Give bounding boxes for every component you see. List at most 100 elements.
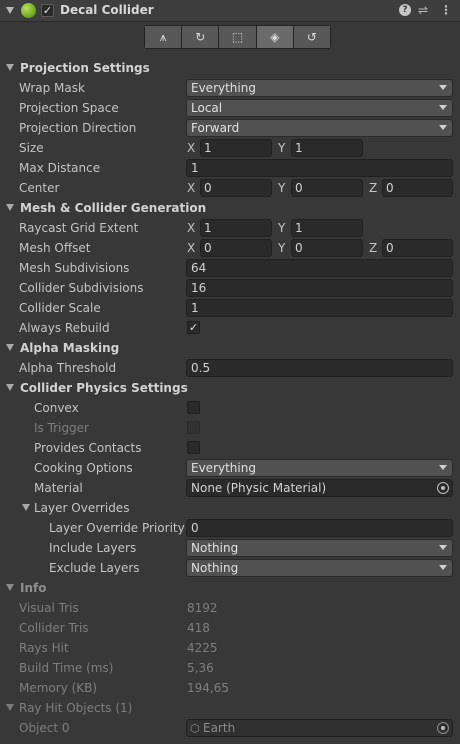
info-header[interactable]: Info bbox=[0, 578, 460, 598]
collider-physics-header[interactable]: Collider Physics Settings bbox=[0, 378, 460, 398]
ray-hit-objects-header[interactable]: Ray Hit Objects (1) bbox=[0, 698, 460, 718]
refresh-icon[interactable]: ↺ bbox=[293, 26, 331, 48]
mesh-collider-header[interactable]: Mesh & Collider Generation bbox=[0, 198, 460, 218]
mesh-offset-z-field[interactable]: 0 bbox=[382, 239, 453, 257]
foldout-arrow-icon[interactable] bbox=[6, 7, 14, 14]
build-time-row: Build Time (ms) 5,36 bbox=[0, 658, 460, 678]
collider-tris-row: Collider Tris 418 bbox=[0, 618, 460, 638]
component-title: Decal Collider bbox=[60, 3, 154, 17]
field-label: Mesh Subdivisions bbox=[19, 261, 130, 275]
component-enabled-checkbox[interactable]: ✓ bbox=[41, 4, 54, 17]
foldout-arrow-icon bbox=[6, 344, 14, 351]
material-object-field[interactable]: None (Physic Material) bbox=[186, 479, 453, 497]
provides-contacts-row: Provides Contacts bbox=[0, 438, 460, 458]
foldout-arrow-icon bbox=[6, 64, 14, 71]
convex-checkbox[interactable] bbox=[187, 401, 200, 414]
ray-hit-object-row: Object 0 ⬡ Earth bbox=[0, 718, 460, 738]
alpha-threshold-field[interactable]: 0.5 bbox=[186, 359, 453, 377]
field-label: Max Distance bbox=[19, 161, 101, 175]
field-label: Always Rebuild bbox=[19, 321, 110, 335]
center-x-field[interactable]: 0 bbox=[200, 179, 272, 197]
more-vertical-icon[interactable]: ⋮ bbox=[440, 3, 452, 17]
cooking-options-dropdown[interactable]: Everything bbox=[186, 459, 453, 477]
center-y-field[interactable]: 0 bbox=[291, 179, 363, 197]
projection-settings-header[interactable]: Projection Settings bbox=[0, 58, 460, 78]
field-label: Material bbox=[34, 481, 83, 495]
dropdown-caret-icon bbox=[439, 105, 447, 110]
x-axis-label: X bbox=[187, 241, 196, 255]
visual-tris-row: Visual Tris 8192 bbox=[0, 598, 460, 618]
projection-direction-dropdown[interactable]: Forward bbox=[186, 119, 453, 137]
object-picker-icon bbox=[437, 722, 449, 734]
field-label: Mesh Offset bbox=[19, 241, 91, 255]
foldout-arrow-icon bbox=[6, 704, 14, 711]
size-x-field[interactable]: 1 bbox=[200, 139, 272, 157]
field-label: Memory (KB) bbox=[19, 681, 98, 695]
raycast-extent-x-field[interactable]: 1 bbox=[200, 219, 272, 237]
mesh-offset-x-field[interactable]: 0 bbox=[200, 239, 272, 257]
dropdown-caret-icon bbox=[439, 545, 447, 550]
wrap-mask-dropdown[interactable]: Everything bbox=[186, 79, 453, 97]
field-label: Include Layers bbox=[49, 541, 137, 555]
foldout-arrow-icon bbox=[6, 584, 14, 591]
include-layers-dropdown[interactable]: Nothing bbox=[186, 539, 453, 557]
section-title: Info bbox=[20, 581, 47, 595]
convex-row: Convex bbox=[0, 398, 460, 418]
center-z-field[interactable]: 0 bbox=[382, 179, 453, 197]
edit-toolbar: ⩚ ↻ ⬚ ◈ ↺ bbox=[144, 25, 331, 49]
section-title: Projection Settings bbox=[20, 61, 150, 75]
wrap-mask-row: Wrap Mask Everything bbox=[0, 78, 460, 98]
field-label: Build Time (ms) bbox=[19, 661, 114, 675]
field-label: Object 0 bbox=[19, 721, 70, 735]
layer-override-priority-row: Layer Override Priority 0 bbox=[0, 518, 460, 538]
settings-sliders-icon[interactable]: ⇌ bbox=[418, 3, 428, 17]
exclude-layers-row: Exclude Layers Nothing bbox=[0, 558, 460, 578]
field-label: Collider Tris bbox=[19, 621, 89, 635]
rotate-icon[interactable]: ↻ bbox=[182, 26, 220, 48]
max-distance-field[interactable]: 1 bbox=[186, 159, 453, 177]
raycast-extent-y-field[interactable]: 1 bbox=[291, 219, 363, 237]
cooking-options-row: Cooking Options Everything bbox=[0, 458, 460, 478]
section-title: Collider Physics Settings bbox=[20, 381, 188, 395]
object-picker-icon[interactable] bbox=[437, 482, 449, 494]
size-row: Size X 1 Y 1 bbox=[0, 138, 460, 158]
exclude-layers-dropdown[interactable]: Nothing bbox=[186, 559, 453, 577]
y-axis-label: Y bbox=[278, 181, 286, 195]
y-axis-label: Y bbox=[278, 241, 286, 255]
gameobject-icon: ⬡ bbox=[190, 722, 200, 735]
field-label: Alpha Threshold bbox=[19, 361, 117, 375]
decal-projector-icon[interactable]: ◈ bbox=[256, 26, 294, 48]
collider-scale-row: Collider Scale 1 bbox=[0, 298, 460, 318]
mesh-offset-row: Mesh Offset X 0 Y 0 Z 0 bbox=[0, 238, 460, 258]
layer-override-priority-field[interactable]: 0 bbox=[186, 519, 453, 537]
field-label: Center bbox=[19, 181, 60, 195]
x-axis-label: X bbox=[187, 221, 196, 235]
collider-subdivisions-field[interactable]: 16 bbox=[186, 279, 453, 297]
field-label: Rays Hit bbox=[19, 641, 69, 655]
projection-space-dropdown[interactable]: Local bbox=[186, 99, 453, 117]
field-label: Projection Space bbox=[19, 101, 119, 115]
alpha-masking-header[interactable]: Alpha Masking bbox=[0, 338, 460, 358]
dropdown-value: Nothing bbox=[191, 541, 239, 555]
dropdown-caret-icon bbox=[439, 565, 447, 570]
always-rebuild-checkbox[interactable]: ✓ bbox=[187, 321, 200, 334]
x-axis-label: X bbox=[187, 141, 196, 155]
field-label: Layer Override Priority bbox=[49, 521, 185, 535]
rect-tool-icon[interactable]: ⬚ bbox=[219, 26, 257, 48]
mesh-subdivisions-field[interactable]: 64 bbox=[186, 259, 453, 277]
layer-overrides-header[interactable]: Layer Overrides bbox=[0, 498, 460, 518]
x-axis-label: X bbox=[187, 181, 196, 195]
mesh-offset-y-field[interactable]: 0 bbox=[291, 239, 363, 257]
collider-subdivisions-row: Collider Subdivisions 16 bbox=[0, 278, 460, 298]
foldout-arrow-icon bbox=[22, 504, 30, 511]
collider-scale-field[interactable]: 1 bbox=[186, 299, 453, 317]
foldout-arrow-icon bbox=[6, 204, 14, 211]
vertex-edit-icon[interactable]: ⩚ bbox=[145, 26, 183, 48]
raycast-grid-extent-row: Raycast Grid Extent X 1 Y 1 bbox=[0, 218, 460, 238]
object-field-value: None (Physic Material) bbox=[191, 481, 327, 495]
rays-hit-row: Rays Hit 4225 bbox=[0, 638, 460, 658]
provides-contacts-checkbox[interactable] bbox=[187, 441, 200, 454]
size-y-field[interactable]: 1 bbox=[291, 139, 363, 157]
dropdown-value: Local bbox=[191, 101, 223, 115]
help-icon[interactable]: ? bbox=[399, 4, 411, 16]
